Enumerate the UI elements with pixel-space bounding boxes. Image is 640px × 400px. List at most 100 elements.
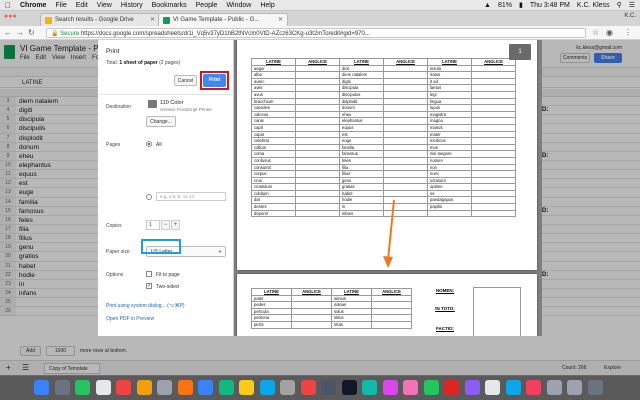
latin-word: discipulus — [339, 90, 384, 99]
search-icon[interactable]: ⚲ — [617, 1, 622, 9]
menubar-app-name[interactable]: Chrome — [20, 2, 46, 9]
address-bar[interactable]: 🔒 Secure https://docs.google.com/spreads… — [46, 28, 586, 38]
destination-label: Destination — [106, 104, 132, 110]
fit-to-page-checkbox[interactable] — [146, 271, 152, 277]
pages-label: Pages — [106, 142, 121, 148]
menu-window[interactable]: Window — [226, 2, 251, 9]
menu-view[interactable]: View — [97, 2, 112, 9]
table-row: bracchium displodit lingua — [251, 97, 516, 106]
open-pdf-link[interactable]: Open PDF in Preview — [106, 316, 154, 322]
copies-increment-button[interactable]: + — [171, 220, 180, 230]
dock-app-icon[interactable] — [259, 380, 275, 395]
total-sheets: 1 sheet of paper — [119, 60, 158, 66]
dock-app-icon[interactable] — [382, 380, 398, 395]
vocab-table-page-2: LATINE ANGLICE LATINE ANGLICE pater simius ped… — [251, 288, 412, 329]
english-cell — [295, 137, 340, 145]
tab-label: Search results - Google Drive — [55, 17, 134, 23]
dock-app-icon[interactable] — [218, 380, 234, 395]
dock-app-icon[interactable] — [321, 380, 336, 395]
reload-icon[interactable]: ↻ — [28, 28, 35, 37]
forward-icon[interactable]: → — [16, 28, 24, 37]
change-destination-button[interactable]: Change... — [146, 116, 176, 127]
apple-icon[interactable]:  — [5, 1, 11, 10]
table-row: capit equus manus — [251, 123, 516, 132]
extension-icon[interactable]: ◉ — [606, 28, 613, 37]
battery-icon[interactable]: ▮ — [519, 1, 523, 9]
pages-all-radio[interactable] — [146, 141, 152, 147]
dock-app-icon[interactable] — [546, 380, 562, 395]
dock-app-icon[interactable] — [54, 380, 70, 395]
dock-app-icon[interactable] — [75, 380, 90, 395]
dock-app-icon[interactable] — [341, 380, 357, 395]
list-icon[interactable]: ☰ — [629, 1, 635, 9]
dock-app-icon[interactable] — [423, 380, 439, 395]
clock[interactable]: Thu 3:48 PM — [530, 2, 570, 9]
menu-bookmarks[interactable]: Bookmarks — [152, 2, 187, 9]
dock-app-icon[interactable] — [136, 380, 152, 395]
dock-app-icon[interactable] — [177, 380, 193, 395]
copies-input[interactable]: 1 — [146, 220, 160, 230]
menu-dots-icon[interactable]: ⋮ — [624, 28, 632, 37]
latin-word: deponit — [251, 209, 296, 218]
pages-range-radio[interactable] — [146, 194, 152, 200]
latin-word: medicus — [427, 137, 472, 145]
battery-percent[interactable]: 81% — [498, 2, 512, 9]
menu-help[interactable]: Help — [260, 2, 274, 9]
latin-word: nomen — [427, 156, 472, 165]
dock-app-icon[interactable] — [567, 380, 582, 395]
dock-app-icon[interactable] — [403, 380, 418, 395]
menu-edit[interactable]: Edit — [76, 2, 88, 9]
system-dialog-link[interactable]: Print using system dialog... (⌥⌘P) — [106, 303, 185, 309]
dock-app-icon[interactable] — [526, 380, 541, 395]
english-cell — [383, 170, 428, 178]
tab-search-results[interactable]: Search results - Google Drive ✕ — [40, 13, 160, 26]
english-cell — [471, 117, 516, 125]
close-icon[interactable]: ✕ — [150, 16, 155, 23]
two-sided-checkbox[interactable]: ✓ — [146, 283, 152, 289]
tab-game-template[interactable]: VI Game Template - Public - G... ✕ — [158, 13, 288, 26]
menubar-user[interactable]: K.C. Kless — [577, 2, 610, 9]
column-header: ANGLICE — [371, 288, 412, 296]
english-cell — [471, 189, 516, 198]
english-cell — [291, 320, 332, 329]
menu-file[interactable]: File — [55, 2, 66, 9]
dock-app-icon[interactable] — [239, 380, 254, 395]
divider — [98, 94, 234, 95]
back-icon[interactable]: ← — [4, 28, 12, 37]
dock-app-icon[interactable] — [464, 380, 480, 395]
pages-range-input[interactable]: e.g. 1-5, 8, 11-13 — [156, 192, 226, 201]
latin-word: pedes — [251, 301, 292, 309]
dock-app-icon[interactable] — [362, 380, 377, 395]
lock-icon: 🔒 — [51, 31, 59, 37]
dock-app-icon[interactable] — [198, 380, 213, 395]
english-cell — [295, 110, 340, 119]
english-cell — [383, 176, 428, 185]
paper-size-label: Paper size — [106, 249, 130, 255]
dock-app-icon[interactable] — [157, 380, 172, 395]
english-cell — [295, 77, 340, 86]
profile-name[interactable]: K.C. — [624, 13, 636, 19]
dock-app-icon[interactable] — [116, 380, 131, 395]
star-icon[interactable]: ☆ — [592, 28, 599, 37]
window-controls[interactable]: ●●● — [4, 13, 17, 20]
english-cell — [383, 143, 428, 152]
table-header-row: LATINE ANGLICE LATINE ANGLICE — [251, 288, 412, 296]
page2-nomen-label: NOMEN: — [435, 288, 455, 293]
close-icon[interactable]: ✕ — [278, 16, 283, 23]
dock-app-icon[interactable] — [587, 380, 603, 395]
dock-app-icon[interactable] — [485, 380, 500, 395]
menu-people[interactable]: People — [196, 2, 218, 9]
menu-history[interactable]: History — [121, 2, 143, 9]
copies-decrement-button[interactable]: − — [161, 220, 170, 230]
dock-app-icon[interactable] — [95, 380, 111, 395]
total-prefix: Total: — [106, 60, 118, 66]
dock-app-icon[interactable] — [505, 380, 521, 395]
latin-word: consumit — [251, 163, 296, 172]
dock-app-icon[interactable] — [444, 380, 459, 395]
dock-app-icon[interactable] — [34, 380, 49, 395]
table-row: calceus eheu magistra — [251, 110, 516, 119]
dock-app-icon[interactable] — [280, 380, 295, 395]
cancel-button[interactable]: Cancel — [174, 75, 197, 86]
wifi-icon[interactable]: ▲ — [484, 2, 491, 9]
dock-app-icon[interactable] — [300, 380, 316, 395]
